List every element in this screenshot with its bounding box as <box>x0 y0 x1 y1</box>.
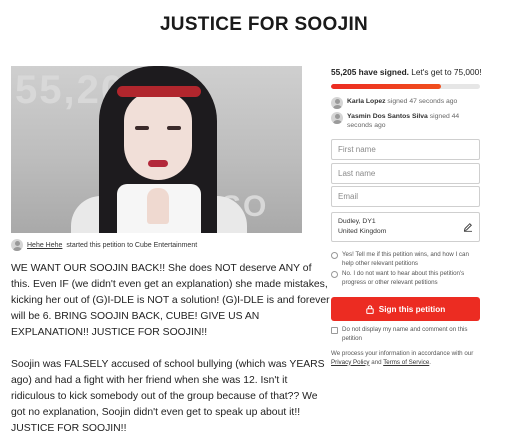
page-title: JUSTICE FOR SOOJIN <box>159 14 369 35</box>
signer-name: Karla Lopez <box>347 98 386 105</box>
opt-in-no-option[interactable]: No. I do not want to hear about this pet… <box>331 270 481 287</box>
starter-action-text: started this petition to Cube Entertainm… <box>66 241 198 249</box>
privacy-prefix: We process your information in accordanc… <box>331 350 474 357</box>
signature-count: 55,205 have signed. Let's get to 75,000! <box>331 67 482 77</box>
petition-story: WE WANT OUR SOOJIN BACK!! She does NOT d… <box>11 261 331 433</box>
signer-name: Yasmin Dos Santos Silva <box>347 113 428 120</box>
petition-starter: Hehe Hehe started this petition to Cube … <box>11 239 197 251</box>
opt-in-yes-label: Yes! Tell me if this petition wins, and … <box>342 251 469 267</box>
location-field[interactable]: Dudley, DY1 United Kingdom <box>331 212 480 242</box>
sign-petition-button[interactable]: Sign this petition <box>331 297 480 321</box>
email-field[interactable] <box>331 186 480 207</box>
opt-in-no-radio[interactable] <box>331 271 338 278</box>
privacy-suffix: . <box>429 358 431 366</box>
privacy-notice: We process your information in accordanc… <box>331 350 483 367</box>
progress-fill <box>331 84 441 89</box>
opt-in-yes-radio[interactable] <box>331 252 338 259</box>
recent-signer: Karla Lopez signed 47 seconds ago <box>331 97 481 109</box>
privacy-policy-link[interactable]: Privacy Policy <box>331 359 370 366</box>
opt-in-yes-option[interactable]: Yes! Tell me if this petition wins, and … <box>331 251 481 268</box>
user-avatar-icon <box>331 112 343 124</box>
opt-in-no-label: No. I do not want to hear about this pet… <box>342 270 465 286</box>
signature-count-text: 55,205 have signed. <box>331 67 409 77</box>
hide-name-label: Do not display my name and comment on th… <box>342 326 468 342</box>
story-paragraph: Soojin was FALSELY accused of school bul… <box>11 359 325 433</box>
signature-progress-bar <box>331 84 480 89</box>
signature-goal-text: Let's get to 75,000! <box>411 67 482 77</box>
hide-name-option[interactable]: Do not display my name and comment on th… <box>331 326 481 343</box>
terms-of-service-link[interactable]: Terms of Service <box>383 359 429 366</box>
user-avatar-icon <box>331 97 343 109</box>
story-paragraph: WE WANT OUR SOOJIN BACK!! She does NOT d… <box>11 263 330 338</box>
lock-icon <box>366 304 374 314</box>
petition-photo: 55,205 SO <box>11 66 302 233</box>
hide-name-checkbox[interactable] <box>331 327 338 334</box>
user-avatar-icon <box>11 239 23 251</box>
signer-time: signed 47 seconds ago <box>387 98 458 105</box>
privacy-and: and <box>371 358 382 366</box>
recent-signer: Yasmin Dos Santos Silva signed 44 second… <box>331 112 481 130</box>
last-name-field[interactable] <box>331 163 480 184</box>
pencil-edit-icon[interactable] <box>463 222 473 232</box>
location-line-2: United Kingdom <box>338 227 387 235</box>
starter-name-link[interactable]: Hehe Hehe <box>27 242 62 249</box>
sign-button-label: Sign this petition <box>378 304 446 314</box>
first-name-field[interactable] <box>331 139 480 160</box>
location-line-1: Dudley, DY1 <box>338 218 376 225</box>
